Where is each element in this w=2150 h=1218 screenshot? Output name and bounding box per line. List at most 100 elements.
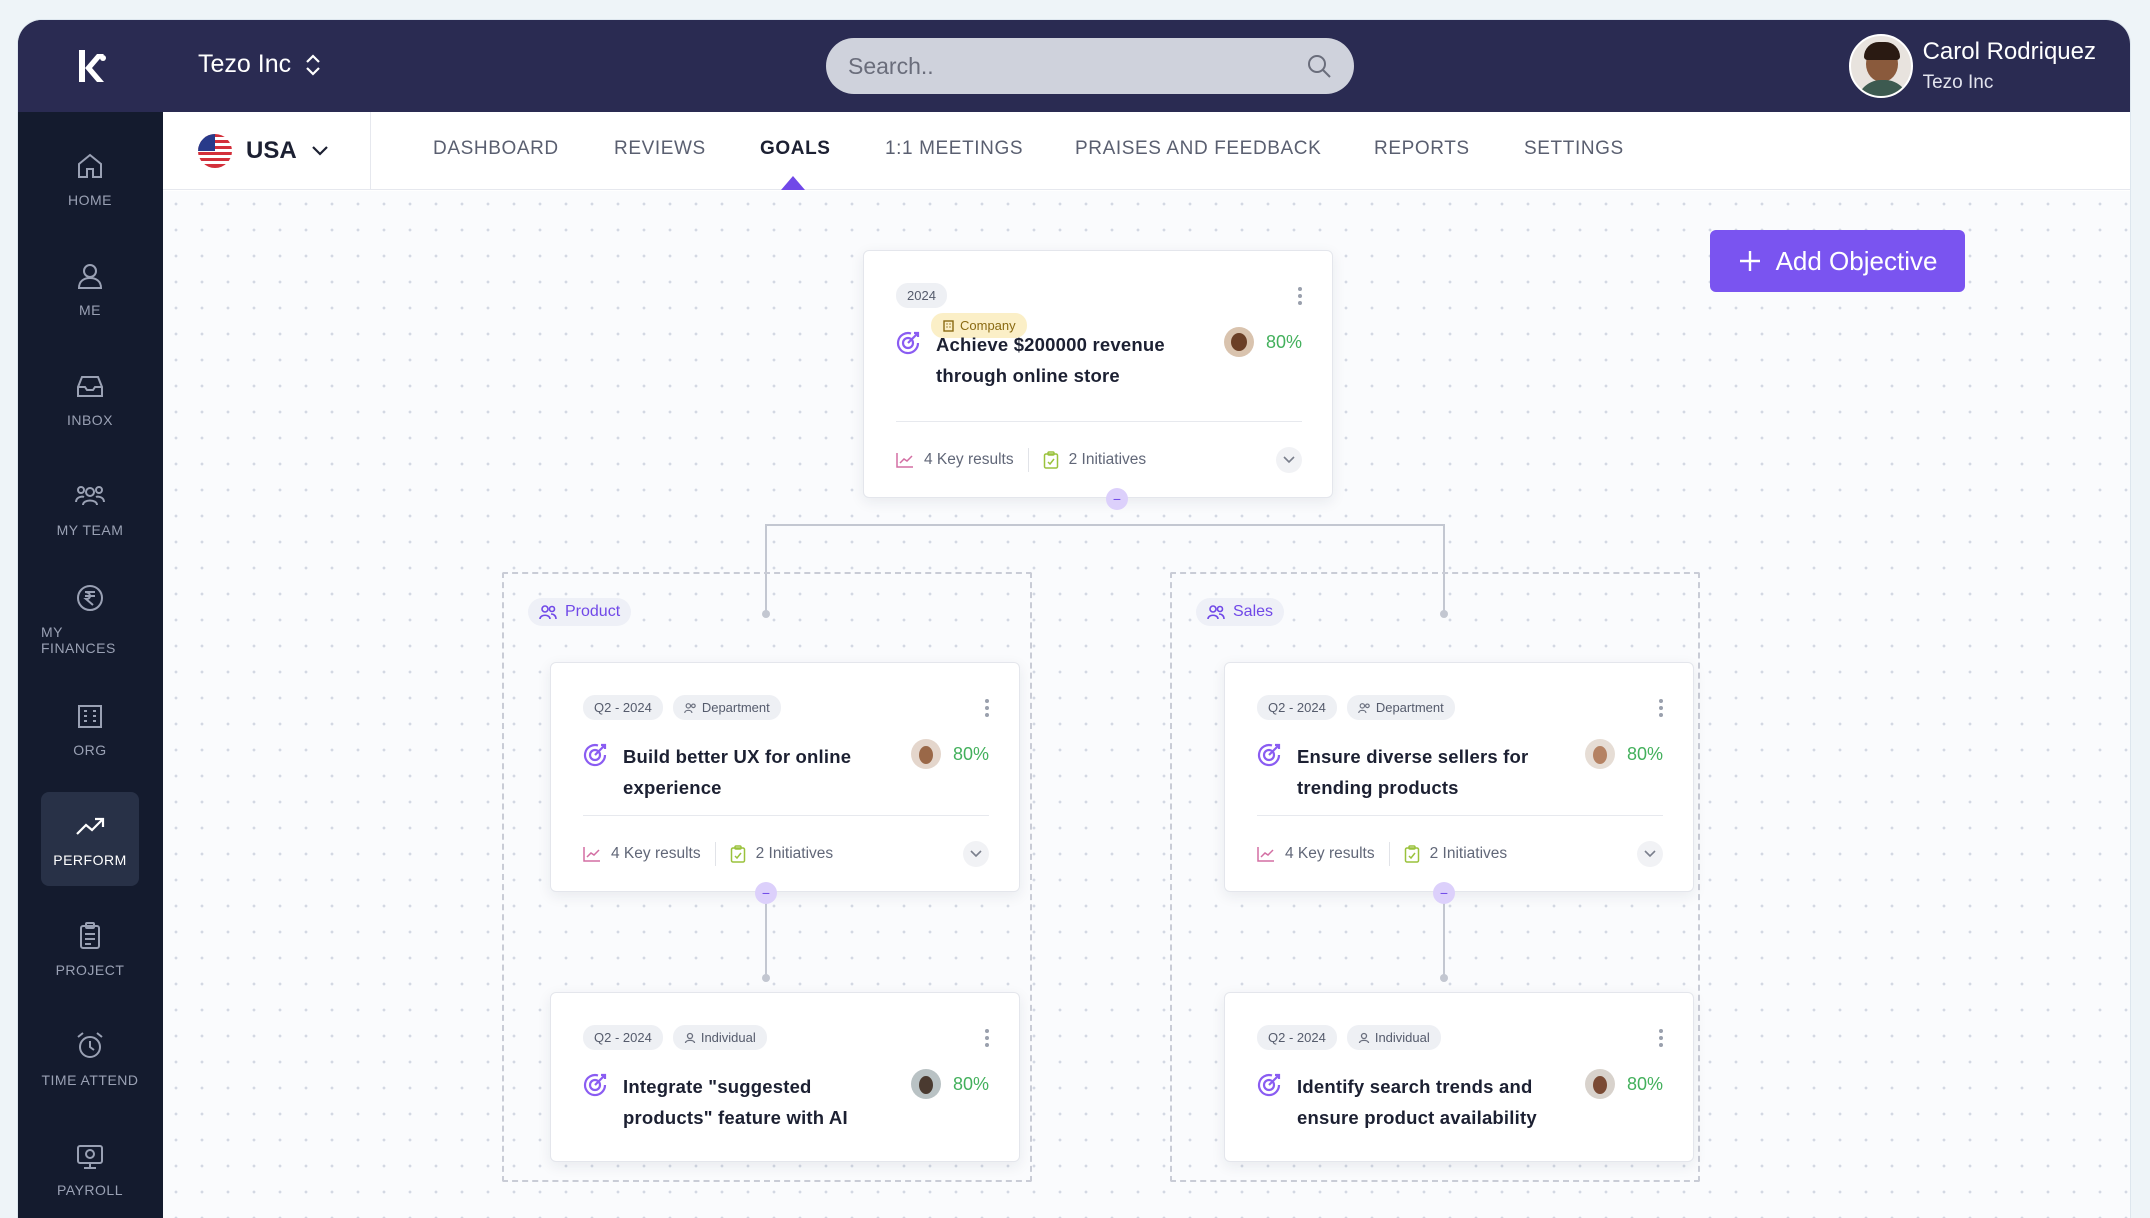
type-badge: Department [1346,695,1455,720]
more-options-icon[interactable] [1659,699,1663,720]
owner-avatar[interactable] [1223,327,1254,357]
avatar[interactable] [1848,34,1913,98]
group-label-product[interactable]: Product [528,598,632,626]
users-icon [683,702,696,713]
tab-reviews[interactable]: REVIEWS [614,138,706,160]
chevron-down-icon [1283,455,1295,463]
initiatives-link[interactable]: 2 Initiatives [756,845,834,863]
user-name: Carol Rodriquez [1922,38,2096,65]
tab-dashboard[interactable]: DASHBOARD [433,138,559,160]
sidebar-item-label: PERFORM [53,852,127,868]
chart-line-icon [896,452,913,468]
target-icon [1257,743,1281,767]
progress-percent: 80% [1626,743,1663,764]
period-badge: Q2 - 2024 [1257,695,1337,720]
tab-reports[interactable]: REPORTS [1374,138,1470,160]
key-results-link[interactable]: 4 Key results [1285,845,1375,863]
checklist-icon [1043,450,1058,469]
owner-avatar[interactable] [1584,739,1615,769]
owner-avatar[interactable] [910,1069,941,1099]
add-objective-button[interactable]: Add Objective [1710,230,1965,292]
target-icon [583,1073,607,1097]
more-options-icon[interactable] [1298,287,1302,308]
sidebar-item-my-team[interactable]: MY TEAM [41,462,139,556]
app-logo[interactable] [18,20,163,112]
goal-card-sales-dept[interactable]: Q2 - 2024 Department Ensure diverse sell… [1224,662,1694,892]
team-icon [75,486,105,506]
users-icon [539,605,557,620]
tab-praises-and-feedback[interactable]: PRAISES AND FEEDBACK [1075,138,1321,160]
search-icon[interactable] [1306,53,1332,79]
period-badge: Q2 - 2024 [583,1025,663,1050]
user-icon [1358,1032,1369,1043]
initiatives-link[interactable]: 2 Initiatives [1430,845,1508,863]
more-options-icon[interactable] [985,1029,989,1050]
expand-button[interactable] [963,840,989,867]
sidebar-item-label: TIME ATTEND [41,1072,139,1088]
add-objective-label: Add Objective [1775,245,1938,276]
tab-1on1-meetings[interactable]: 1:1 MEETINGS [885,138,1023,160]
goal-title: Ensure diverse sellers for trending prod… [1297,746,1529,798]
country-selector[interactable]: USA [163,112,371,190]
users-icon [1207,605,1225,620]
sidebar-item-project[interactable]: PROJECT [41,902,139,996]
trend-up-icon [76,817,105,835]
sidebar-item-label: MY FINANCES [41,624,116,656]
sidebar-item-label: ORG [73,742,107,758]
type-label: Department [701,700,770,715]
expand-button[interactable] [1276,446,1302,473]
sidebar-item-inbox[interactable]: INBOX [41,352,139,446]
group-name: Product [565,603,621,620]
sidebar-item-my-finances[interactable]: MY FINANCES [41,572,139,666]
sidebar-item-home[interactable]: HOME [41,132,139,226]
search-input[interactable]: Search.. [826,38,1354,94]
progress-percent: 80% [952,1073,989,1094]
country-name: USA [246,137,297,164]
goal-card-root[interactable]: 2024 Company Achieve $200000 revenue thr… [863,250,1333,498]
sidebar-item-me[interactable]: ME [41,242,139,336]
search-placeholder: Search.. [848,52,934,79]
top-bar: Tezo Inc Search.. Carol Rodriquez Tezo I… [163,20,2130,112]
period-badge: 2024 [896,283,947,308]
tab-goals[interactable]: GOALS [760,138,831,160]
tab-settings[interactable]: SETTINGS [1524,138,1624,160]
inbox-icon [77,376,103,397]
type-label: Individual [700,1030,756,1045]
sidebar-item-time-attend[interactable]: TIME ATTEND [41,1012,139,1106]
alarm-clock-icon [77,1032,103,1058]
checklist-icon [1404,844,1419,863]
sidebar-item-label: PAYROLL [56,1182,123,1198]
group-name: Sales [1233,603,1274,620]
owner-avatar[interactable] [1584,1069,1615,1099]
more-options-icon[interactable] [985,699,989,720]
checklist-icon [730,844,745,863]
sidebar-item-perform[interactable]: PERFORM [41,792,139,886]
group-label-sales[interactable]: Sales [1196,598,1285,626]
goal-card-product-dept[interactable]: Q2 - 2024 Department Build better UX for… [550,662,1020,892]
sidebar-item-label: INBOX [66,412,114,428]
company-switcher[interactable]: Tezo Inc [198,50,323,79]
sidebar-item-payroll[interactable]: PAYROLL [41,1122,139,1216]
building-icon [78,705,102,728]
collapse-toggle[interactable]: − [755,882,777,904]
expand-button[interactable] [1637,840,1663,867]
owner-avatar[interactable] [910,739,941,769]
sidebar-item-label: PROJECT [55,962,125,978]
progress-percent: 80% [1626,1073,1663,1094]
collapse-toggle[interactable]: − [1433,882,1455,904]
user-profile[interactable]: Carol Rodriquez Tezo Inc [1848,34,2096,98]
goal-card-product-individual[interactable]: Q2 - 2024 Individual Integrate "suggeste… [550,992,1020,1162]
collapse-toggle[interactable]: − [1106,488,1128,510]
more-options-icon[interactable] [1659,1029,1663,1050]
type-label: Department [1375,700,1444,715]
logo-icon [78,50,106,82]
key-results-link[interactable]: 4 Key results [924,451,1014,469]
sidebar-item-org[interactable]: ORG [41,682,139,776]
key-results-link[interactable]: 4 Key results [611,845,701,863]
initiatives-link[interactable]: 2 Initiatives [1069,451,1147,469]
goal-title: Build better UX for online experience [623,746,852,798]
minus-icon: − [761,885,771,901]
goal-card-sales-individual[interactable]: Q2 - 2024 Individual Identify search tre… [1224,992,1694,1162]
period-badge: Q2 - 2024 [583,695,663,720]
card-footer: 4 Key results 2 Initiatives [1257,815,1663,891]
